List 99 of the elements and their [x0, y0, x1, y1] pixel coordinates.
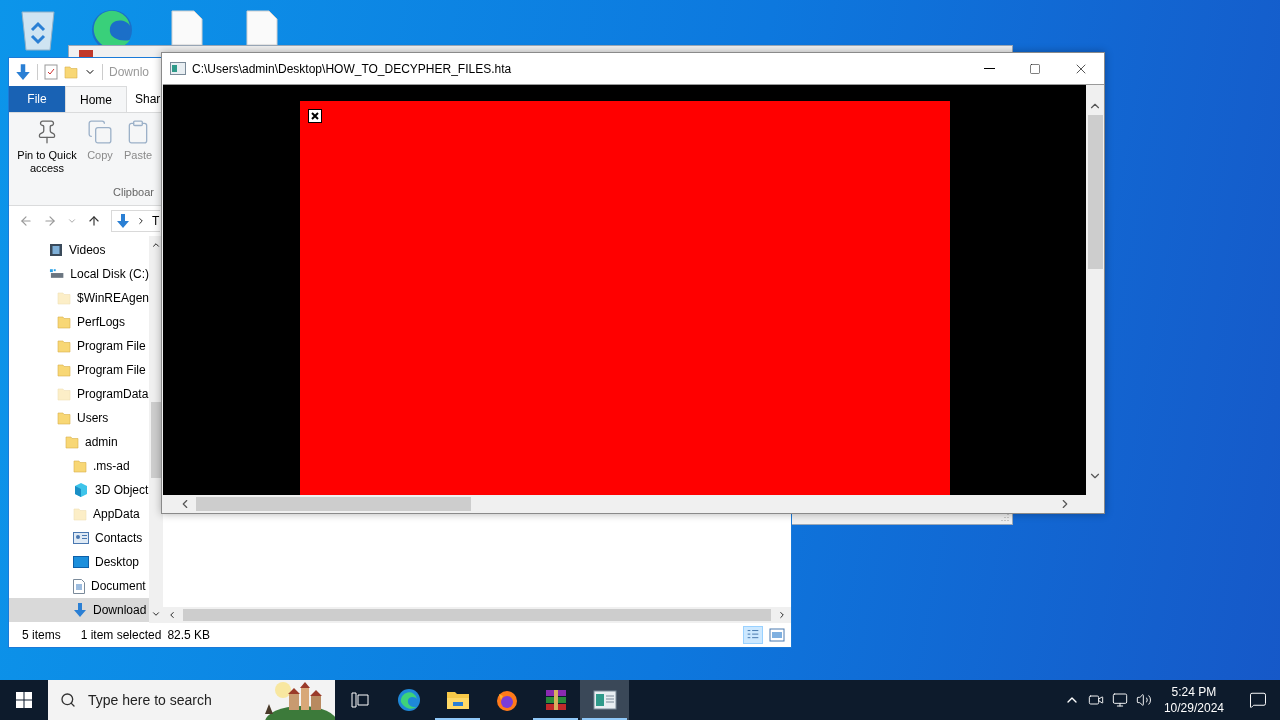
tree-item[interactable]: Contacts [9, 526, 149, 550]
document-icon [73, 578, 85, 594]
desktop-icon [73, 556, 89, 568]
tree-item-label: admin [85, 434, 118, 451]
maximize-icon [1029, 62, 1041, 75]
back-icon[interactable] [19, 214, 33, 228]
contact-card-icon [73, 532, 89, 544]
tree-item-label: Videos [69, 242, 106, 259]
large-icons-view-icon[interactable] [769, 628, 785, 642]
vertical-scrollbar[interactable] [1086, 85, 1104, 495]
item-count: 5 items [22, 627, 61, 644]
breadcrumb-separator-icon [136, 216, 146, 226]
tree-item-label: Users [77, 410, 109, 427]
fox-browser-icon [494, 688, 519, 712]
forward-icon[interactable] [43, 214, 57, 228]
tree-item[interactable]: AppData [9, 502, 149, 526]
running-indicator [533, 718, 578, 720]
tree-item[interactable]: Program File [9, 358, 149, 382]
search-field[interactable]: Type here to search [48, 680, 335, 720]
resize-grip-icon [1000, 512, 1010, 522]
minimize-icon [983, 68, 995, 69]
tree-item-label: 3D Object [95, 482, 149, 499]
film-icon [49, 243, 63, 257]
taskbar-app-button[interactable] [580, 680, 629, 720]
tree-item[interactable]: Download [9, 598, 149, 622]
tree-item-label: Program File [77, 362, 146, 379]
tree-item-label: ProgramData [77, 386, 149, 403]
browser-icon [396, 688, 421, 712]
file-icon[interactable] [171, 10, 203, 46]
selection-status: 1 item selected [80, 627, 162, 644]
search-icon [60, 692, 76, 708]
window-title: C:\Users\admin\Desktop\HOW_TO_DECYPHER_FILES.hta [192, 60, 512, 78]
tree-item[interactable]: Local Disk (C:) [9, 262, 149, 286]
tree-item[interactable]: Desktop [9, 550, 149, 574]
camera-icon[interactable] [1087, 692, 1104, 708]
scrollbar-thumb[interactable] [1087, 115, 1103, 269]
running-indicator [435, 718, 480, 720]
tree-item-label: Contacts [95, 530, 143, 547]
recycle-bin-icon[interactable] [18, 8, 58, 52]
broken-image-icon [308, 109, 322, 123]
ribbon-tab[interactable]: Shar [127, 86, 162, 112]
task-view-icon [351, 692, 369, 708]
scroll-right-icon[interactable] [777, 610, 787, 620]
notification-icon [1249, 691, 1267, 709]
new-folder-icon [64, 65, 78, 79]
tree-item[interactable]: Document [9, 574, 149, 598]
download-icon [116, 213, 130, 229]
network-icon[interactable] [1111, 692, 1128, 708]
ribbon-group-label: Clipboar [113, 184, 154, 200]
ribbon-button[interactable]: Pin to Quick access [15, 119, 79, 175]
clock[interactable]: 5:24 PM 10/29/2024 [1157, 684, 1230, 716]
horizontal-scrollbar[interactable] [163, 607, 791, 623]
scroll-up-icon[interactable] [151, 240, 161, 250]
tree-item[interactable]: PerfLogs [9, 310, 149, 334]
copy-icon [87, 119, 113, 145]
selection-size: 82.5 KB [167, 627, 211, 644]
tree-item[interactable]: Program File [9, 334, 149, 358]
scrollbar-thumb[interactable] [183, 609, 771, 621]
scroll-left-icon[interactable] [167, 610, 177, 620]
tree-item-label: .ms-ad [93, 458, 130, 475]
properties-icon[interactable] [44, 64, 58, 80]
tree-item[interactable]: .ms-ad [9, 454, 149, 478]
tree-item-label: AppData [93, 506, 140, 523]
archive-icon [543, 688, 568, 712]
drive-icon [49, 268, 65, 280]
ribbon-tab[interactable]: Home [65, 86, 127, 112]
cube-icon [73, 482, 89, 498]
tree-item[interactable]: admin [9, 430, 149, 454]
tree-item[interactable]: ProgramData [9, 382, 149, 406]
application-window-icon [592, 690, 617, 710]
details-view-icon[interactable] [743, 626, 763, 644]
horizontal-scrollbar[interactable] [162, 495, 1086, 513]
tree-item[interactable]: 3D Object [9, 478, 149, 502]
tree-item-label: Desktop [95, 554, 140, 571]
application-window-icon [170, 62, 186, 75]
tree-item-label: PerfLogs [77, 314, 126, 331]
file-icon[interactable] [246, 10, 278, 46]
vertical-scrollbar[interactable] [149, 236, 163, 623]
scroll-down-icon[interactable] [151, 609, 161, 619]
scrollbar-thumb[interactable] [151, 402, 161, 478]
tree-item-label: Download [93, 602, 147, 619]
folder-icon [445, 689, 470, 711]
tree-item[interactable]: $WinREAgen [9, 286, 149, 310]
tree-item-label: $WinREAgen [77, 290, 150, 307]
download-icon[interactable] [15, 63, 31, 81]
tree-item-label: Local Disk (C:) [70, 266, 149, 283]
windows-logo-icon [16, 692, 32, 708]
tree-item[interactable]: Users [9, 406, 149, 430]
up-icon[interactable] [87, 214, 101, 228]
file-tab[interactable]: File [9, 86, 65, 112]
scrollbar-thumb[interactable] [196, 497, 471, 511]
tree-item-label: Document [91, 578, 146, 595]
window-title: Downlo [109, 64, 150, 81]
tree-item[interactable]: Videos [9, 238, 149, 262]
download-icon [73, 602, 87, 618]
running-indicator [582, 718, 627, 720]
tree-item-label: Program File [77, 338, 146, 355]
address-bar[interactable]: T [111, 210, 161, 232]
volume-icon[interactable] [1135, 692, 1152, 708]
